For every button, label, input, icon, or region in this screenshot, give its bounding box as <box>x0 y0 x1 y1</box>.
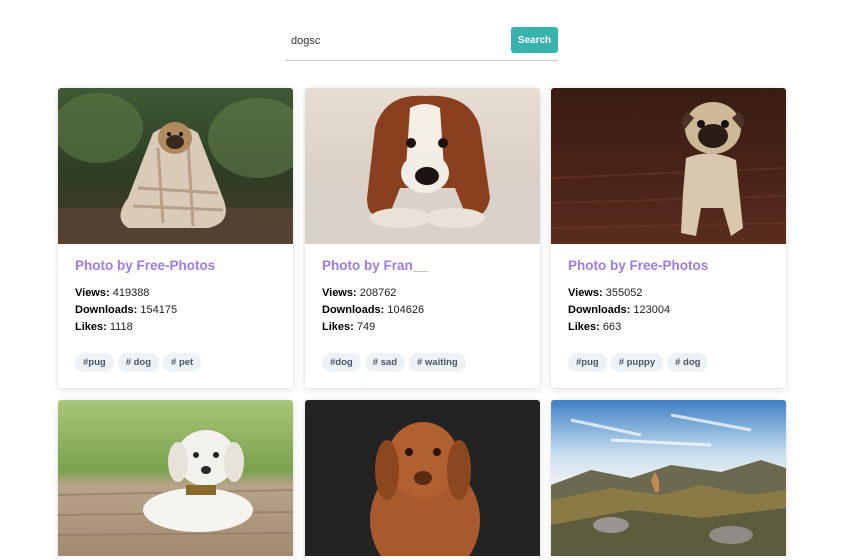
likes-stat: Likes: 749 <box>322 321 376 333</box>
tag[interactable]: # dog <box>667 353 709 372</box>
views-stat: Views: 355052 <box>568 287 643 299</box>
tag[interactable]: # dog <box>117 353 160 372</box>
likes-stat: Likes: 1118 <box>75 321 133 333</box>
photo-pug-in-blanket <box>58 88 293 244</box>
tag[interactable]: # sad <box>364 353 405 372</box>
tag[interactable]: #pug <box>75 353 114 372</box>
tag[interactable]: #pug <box>568 353 607 372</box>
tag-list: #pug # dog # pet <box>75 352 276 372</box>
tag-list: #dog # sad # waiting <box>322 352 523 372</box>
image-card: Photo by Fran__ Views: 208762 Downloads:… <box>305 88 540 388</box>
likes-stat: Likes: 663 <box>568 321 622 333</box>
downloads-stat: Downloads: 154175 <box>75 304 178 316</box>
views-stat: Views: 208762 <box>322 287 397 299</box>
tag[interactable]: #dog <box>322 353 361 372</box>
downloads-stat: Downloads: 123004 <box>568 304 671 316</box>
image-grid: Photo by Free-Photos Views: 419388 Downl… <box>0 0 844 560</box>
image-card <box>58 400 293 560</box>
tag[interactable]: # pet <box>163 353 202 372</box>
tag-list: #pug # puppy # dog <box>568 352 769 372</box>
views-stat: Views: 419388 <box>75 287 150 299</box>
image-card <box>305 400 540 560</box>
card-title: Photo by Free-Photos <box>568 258 709 273</box>
photo-pug-on-wood-floor <box>551 88 786 244</box>
image-card <box>551 400 786 560</box>
tag[interactable]: # waiting <box>409 353 466 372</box>
photo-brown-vizsla-dark-background <box>305 400 540 556</box>
image-card: Photo by Free-Photos Views: 355052 Downl… <box>551 88 786 388</box>
tag[interactable]: # puppy <box>610 353 664 372</box>
photo-white-puppy-on-deck <box>58 400 293 556</box>
photo-spaniel-lying-on-rug <box>305 88 540 244</box>
photo-dog-on-mountain-landscape <box>551 400 786 556</box>
downloads-stat: Downloads: 104626 <box>322 304 425 316</box>
card-title: Photo by Fran__ <box>322 258 428 273</box>
card-title: Photo by Free-Photos <box>75 258 216 273</box>
image-card: Photo by Free-Photos Views: 419388 Downl… <box>58 88 293 388</box>
